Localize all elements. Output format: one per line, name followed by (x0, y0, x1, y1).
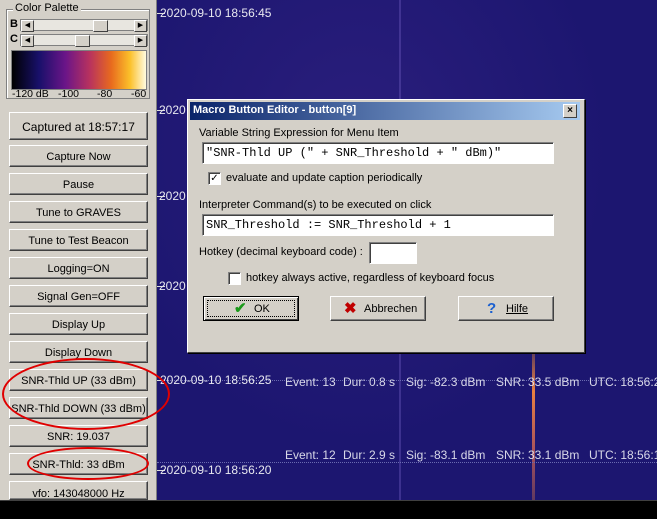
dialog-titlebar[interactable]: Macro Button Editor - button[9] × (190, 102, 580, 120)
hotkey-input[interactable] (369, 242, 417, 264)
contrast-slider[interactable]: C ◀ ▶ (10, 33, 148, 47)
logging-button[interactable]: Logging=ON (9, 257, 148, 279)
tune-graves-button[interactable]: Tune to GRAVES (9, 201, 148, 223)
arrow-left-icon[interactable]: ◀ (21, 35, 34, 47)
arrow-right-icon[interactable]: ▶ (134, 35, 147, 47)
pause-button[interactable]: Pause (9, 173, 148, 195)
ok-button[interactable]: ✔ OK (203, 296, 299, 321)
event-signal: Sig: -83.1 dBm (406, 448, 486, 462)
checkmark-icon: ✓ (210, 173, 219, 184)
evaluate-checkbox-label: evaluate and update caption periodically (226, 172, 423, 184)
contrast-thumb[interactable] (75, 35, 90, 47)
event-number: Event: 13 (285, 375, 336, 389)
scale-label: -80 (97, 88, 113, 100)
event-snr: SNR: 33.1 dBm (496, 448, 580, 462)
variable-expression-input[interactable]: "SNR-Thld UP (" + SNR_Threshold + " dBm)… (202, 142, 554, 164)
capture-now-button[interactable]: Capture Now (9, 145, 148, 167)
event-number: Event: 12 (285, 448, 336, 462)
scale-label: -100 (58, 88, 80, 100)
annotation-ellipse (2, 358, 170, 430)
event-duration: Dur: 0.8 s (343, 375, 396, 389)
dialog-title: Macro Button Editor - button[9] (193, 104, 357, 116)
timestamp-label: 2020-09-10 18:56:25 (160, 373, 272, 387)
scale-label: -120 dB (12, 88, 49, 100)
timestamp-label: 2020-09-10 18:56:45 (160, 6, 272, 20)
hotkey-always-checkbox[interactable] (228, 272, 241, 285)
color-scale-bar (11, 50, 147, 90)
evaluate-checkbox[interactable]: ✓ (208, 172, 221, 185)
annotation-ellipse (27, 447, 149, 480)
cancel-button-label: Abbrechen (364, 303, 418, 315)
event-snr: SNR: 33.5 dBm (496, 375, 580, 389)
color-palette-title: Color Palette (13, 2, 81, 14)
color-scale-labels: -120 dB -100 -80 -60 (10, 88, 150, 100)
hotkey-label: Hotkey (decimal keyboard code) : (199, 246, 363, 258)
cross-icon: ✖ (344, 300, 357, 317)
signal-streak (532, 345, 535, 500)
close-icon[interactable]: × (563, 104, 577, 118)
interpreter-command-input[interactable]: SNR_Threshold := SNR_Threshold + 1 (202, 214, 554, 236)
hotkey-always-label: hotkey always active, regardless of keyb… (246, 272, 495, 284)
event-utc: UTC: 18:56:1 (589, 448, 657, 462)
brightness-slider[interactable]: B ◀ ▶ (10, 18, 148, 32)
event-duration: Dur: 2.9 s (343, 448, 396, 462)
captured-at-button[interactable]: Captured at 18:57:17 (9, 112, 148, 140)
variable-expression-label: Variable String Expression for Menu Item (199, 127, 399, 139)
arrow-right-icon[interactable]: ▶ (134, 20, 147, 32)
display-up-button[interactable]: Display Up (9, 313, 148, 335)
timestamp-label: 2020 (159, 279, 186, 293)
interpreter-command-label: Interpreter Command(s) to be executed on… (199, 199, 432, 211)
checkmark-icon: ✔ (234, 300, 247, 317)
brightness-label: B (10, 18, 18, 30)
timestamp-label: 2020 (159, 189, 186, 203)
event-signal: Sig: -82.3 dBm (406, 375, 486, 389)
arrow-left-icon[interactable]: ◀ (21, 20, 34, 32)
left-control-panel: Color Palette B ◀ ▶ C ◀ ▶ -120 dB -100 -… (0, 0, 157, 518)
cancel-button[interactable]: ✖ Abbrechen (330, 296, 426, 321)
timestamp-label: 2020-09-10 18:56:20 (160, 463, 272, 477)
ok-button-label: OK (254, 303, 270, 315)
contrast-label: C (10, 33, 18, 45)
scale-label: -60 (131, 88, 147, 100)
brightness-thumb[interactable] (93, 20, 108, 32)
event-utc: UTC: 18:56:2 (589, 375, 657, 389)
signal-gen-button[interactable]: Signal Gen=OFF (9, 285, 148, 307)
question-icon: ? (487, 300, 497, 317)
help-button-label: Hilfe (506, 303, 529, 315)
macro-button-editor-dialog: Macro Button Editor - button[9] × Variab… (187, 99, 585, 353)
vfo-button[interactable]: vfo: 143048000 Hz (9, 481, 148, 500)
status-bar (0, 500, 657, 519)
color-palette-group: Color Palette B ◀ ▶ C ◀ ▶ -120 dB -100 -… (6, 2, 150, 100)
help-button[interactable]: ? Hilfe (458, 296, 554, 321)
tune-test-beacon-button[interactable]: Tune to Test Beacon (9, 229, 148, 251)
timestamp-label: 2020 (159, 103, 186, 117)
